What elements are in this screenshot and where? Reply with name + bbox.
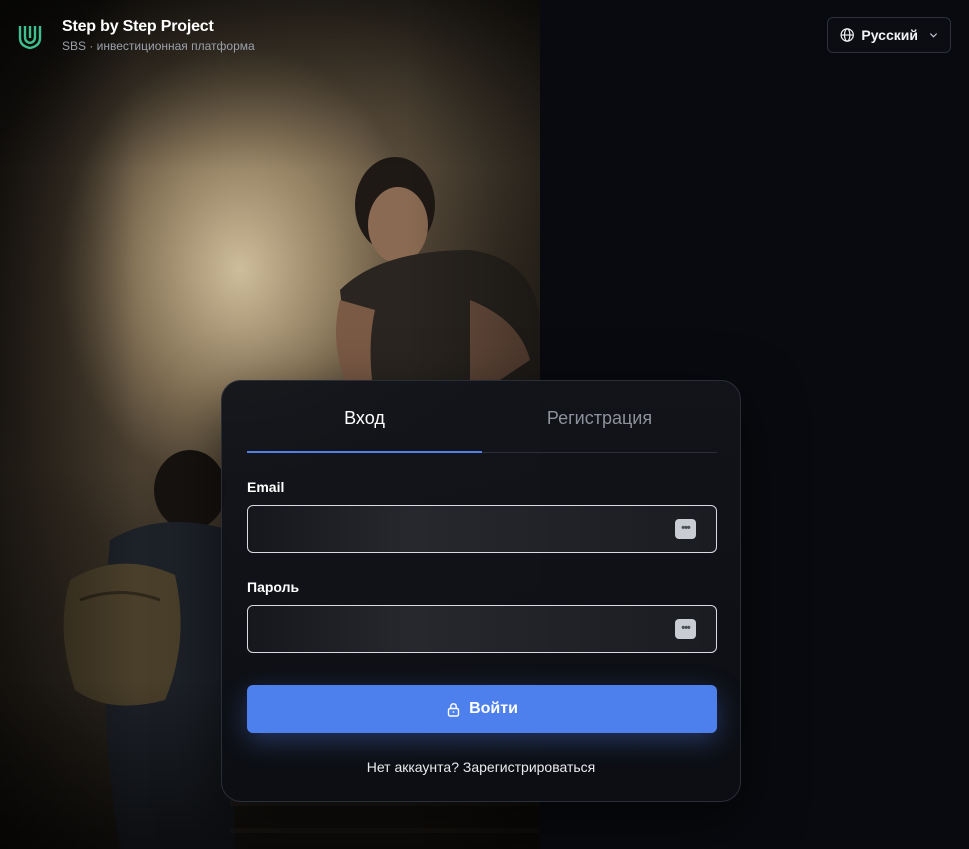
login-page: Step by Step Project SBS · инвестиционна… bbox=[0, 0, 969, 849]
language-selector[interactable]: Русский bbox=[827, 17, 951, 53]
brand[interactable]: Step by Step Project SBS · инвестиционна… bbox=[18, 18, 255, 53]
register-prompt: Нет аккаунта? Зарегистрироваться bbox=[222, 759, 740, 775]
brand-subtitle: SBS · инвестиционная платформа bbox=[62, 39, 255, 53]
lock-icon bbox=[447, 702, 460, 717]
password-label: Пароль bbox=[247, 579, 300, 595]
tab-register[interactable]: Регистрация bbox=[482, 381, 717, 452]
chevron-down-icon bbox=[929, 33, 938, 38]
register-link[interactable]: Зарегистрироваться bbox=[463, 759, 595, 775]
email-label: Email bbox=[247, 479, 285, 495]
password-manager-icon[interactable]: ••• bbox=[675, 619, 696, 639]
auth-card: Вход Регистрация Email ••• Пароль ••• Во… bbox=[221, 380, 741, 802]
password-manager-icon[interactable]: ••• bbox=[675, 519, 696, 539]
login-button-label: Войти bbox=[469, 700, 518, 717]
auth-tabs: Вход Регистрация bbox=[247, 381, 717, 453]
email-field[interactable]: ••• bbox=[247, 505, 717, 553]
brand-title: Step by Step Project bbox=[62, 18, 214, 35]
language-label: Русский bbox=[861, 27, 918, 43]
password-input[interactable] bbox=[248, 606, 716, 652]
password-field[interactable]: ••• bbox=[247, 605, 717, 653]
globe-icon bbox=[840, 28, 854, 42]
tab-login[interactable]: Вход bbox=[247, 381, 482, 453]
no-account-text: Нет аккаунта? bbox=[366, 759, 459, 775]
brand-logo-icon bbox=[18, 25, 42, 49]
email-input[interactable] bbox=[248, 506, 716, 552]
login-button[interactable]: Войти bbox=[247, 685, 717, 733]
